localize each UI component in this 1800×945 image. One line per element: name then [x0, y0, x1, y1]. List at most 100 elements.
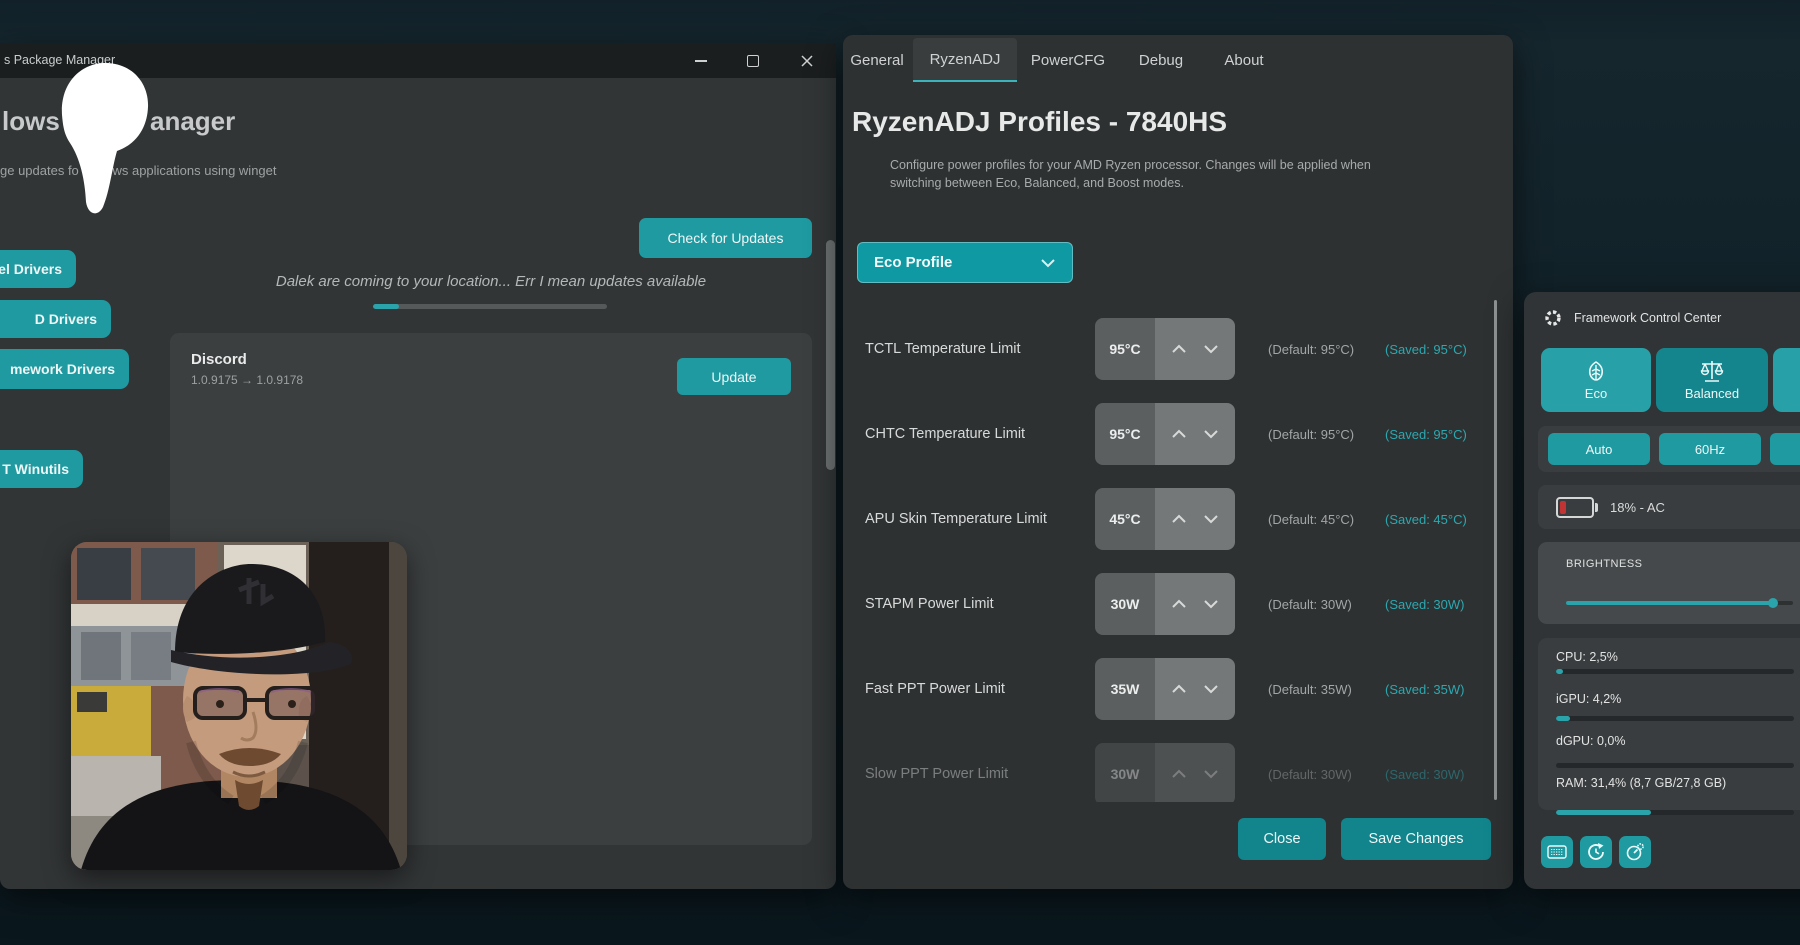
refresh-rate-group: Auto 60Hz	[1538, 426, 1800, 472]
keyboard-button[interactable]	[1541, 836, 1573, 868]
tab-about[interactable]: About	[1216, 38, 1272, 82]
stepper-value: 30W	[1095, 573, 1155, 635]
battery-icon	[1556, 497, 1594, 518]
minimize-icon	[695, 60, 707, 62]
minimize-button[interactable]	[678, 43, 724, 78]
update-app-name: Discord	[191, 351, 247, 368]
sidebar-button-framework-drivers[interactable]: mework Drivers	[0, 349, 129, 389]
close-settings-button[interactable]: Close	[1238, 818, 1326, 860]
stepper-up-icon[interactable]	[1171, 514, 1187, 524]
update-button[interactable]: Update	[677, 358, 791, 395]
refresh-auto-button[interactable]: Auto	[1548, 433, 1650, 465]
stepper-down-icon[interactable]	[1203, 514, 1219, 524]
setting-default: (Default: 30W)	[1268, 573, 1352, 635]
setting-label: CHTC Temperature Limit	[865, 403, 1025, 465]
stepper-down-icon[interactable]	[1203, 684, 1219, 694]
stepper-up-icon[interactable]	[1171, 769, 1187, 779]
update-progress-fill	[373, 304, 399, 309]
battery-row: 18% - AC	[1538, 485, 1800, 529]
stepper-up-icon[interactable]	[1171, 684, 1187, 694]
mode-button-partial[interactable]	[1773, 348, 1800, 412]
setting-saved: (Saved: 30W)	[1385, 743, 1464, 805]
close-button[interactable]	[784, 43, 830, 78]
framework-title: Framework Control Center	[1574, 311, 1721, 325]
check-for-updates-button[interactable]: Check for Updates	[639, 218, 812, 258]
mode-button-balanced[interactable]: Balanced	[1656, 348, 1768, 412]
stepper-up-icon[interactable]	[1171, 429, 1187, 439]
scales-icon	[1699, 359, 1725, 383]
tab-general[interactable]: General	[847, 38, 907, 82]
settings-footer: Close Save Changes	[845, 802, 1511, 887]
settings-title: RyzenADJ Profiles - 7840HS	[852, 106, 1227, 138]
leaf-icon	[1584, 359, 1608, 383]
stat-label-ram: RAM: 31,4% (8,7 GB/27,8 GB)	[1556, 776, 1726, 790]
refresh-60hz-button[interactable]: 60Hz	[1659, 433, 1761, 465]
brightness-thumb[interactable]	[1768, 598, 1778, 608]
history-refresh-button[interactable]	[1580, 836, 1612, 868]
performance-tuning-button[interactable]	[1619, 836, 1651, 868]
stat-bar-cpu	[1556, 669, 1794, 674]
settings-scrollbar[interactable]	[1494, 300, 1497, 800]
stepper-value: 45°C	[1095, 488, 1155, 550]
setting-stepper: 95°C	[1095, 318, 1235, 380]
tab-ryzenadj[interactable]: RyzenADJ	[913, 38, 1017, 82]
brightness-slider[interactable]	[1566, 601, 1793, 605]
update-status-text: Dalek are coming to your location... Err…	[170, 273, 812, 290]
setting-saved: (Saved: 95°C)	[1385, 318, 1467, 380]
package-manager-scrollbar[interactable]	[826, 240, 835, 470]
sidebar-button-amd-drivers[interactable]: D Drivers	[0, 300, 111, 338]
stats-card: CPU: 2,5% iGPU: 4,2% dGPU: 0,0% RAM: 31,…	[1538, 638, 1800, 810]
setting-stepper: 35W	[1095, 658, 1235, 720]
desktop: s Package Manager lows P anager ge updat…	[0, 0, 1800, 945]
setting-label: Fast PPT Power Limit	[865, 658, 1005, 720]
save-changes-button[interactable]: Save Changes	[1341, 818, 1491, 860]
stepper-up-icon[interactable]	[1171, 344, 1187, 354]
refresh-button-partial[interactable]	[1770, 433, 1800, 465]
stat-label-cpu: CPU: 2,5%	[1556, 650, 1618, 664]
white-blob-overlay	[0, 0, 230, 240]
settings-description-line2: switching between Eco, Balanced, and Boo…	[890, 176, 1184, 190]
keyboard-icon	[1547, 845, 1567, 859]
tab-powercfg[interactable]: PowerCFG	[1030, 38, 1106, 82]
stepper-down-icon[interactable]	[1203, 429, 1219, 439]
setting-default: (Default: 95°C)	[1268, 318, 1354, 380]
stat-label-igpu: iGPU: 4,2%	[1556, 692, 1621, 706]
profile-select[interactable]: Eco Profile	[857, 242, 1073, 283]
setting-saved: (Saved: 45°C)	[1385, 488, 1467, 550]
mode-button-eco[interactable]: Eco	[1541, 348, 1651, 412]
stepper-value: 35W	[1095, 658, 1155, 720]
stepper-down-icon[interactable]	[1203, 344, 1219, 354]
stepper-up-icon[interactable]	[1171, 599, 1187, 609]
brightness-card: BRIGHTNESS	[1538, 542, 1800, 624]
webcam-photo-overlay	[71, 542, 407, 870]
sidebar-button-winutils[interactable]: T Winutils	[0, 450, 83, 488]
gauge-settings-icon	[1625, 842, 1645, 862]
setting-default: (Default: 30W)	[1268, 743, 1352, 805]
setting-label: Slow PPT Power Limit	[865, 743, 1008, 805]
battery-fill	[1560, 501, 1566, 514]
tab-debug[interactable]: Debug	[1133, 38, 1189, 82]
stepper-down-icon[interactable]	[1203, 599, 1219, 609]
setting-label: STAPM Power Limit	[865, 573, 994, 635]
chevron-down-icon	[1040, 258, 1056, 268]
setting-saved: (Saved: 95°C)	[1385, 403, 1467, 465]
profile-select-value: Eco Profile	[874, 254, 952, 271]
setting-default: (Default: 95°C)	[1268, 403, 1354, 465]
brightness-fill	[1566, 601, 1773, 605]
battery-text: 18% - AC	[1610, 500, 1665, 515]
close-icon	[801, 55, 813, 67]
maximize-button[interactable]	[730, 43, 776, 78]
clock-refresh-icon	[1586, 842, 1606, 862]
update-progress-bar	[373, 304, 607, 309]
stat-label-dgpu: dGPU: 0,0%	[1556, 734, 1625, 748]
setting-stepper: 95°C	[1095, 403, 1235, 465]
setting-saved: (Saved: 30W)	[1385, 573, 1464, 635]
settings-description-line1: Configure power profiles for your AMD Ry…	[890, 158, 1371, 172]
maximize-icon	[747, 55, 759, 67]
setting-default: (Default: 45°C)	[1268, 488, 1354, 550]
sidebar-button-intel-drivers[interactable]: el Drivers	[0, 250, 76, 288]
setting-label: APU Skin Temperature Limit	[865, 488, 1047, 550]
setting-default: (Default: 35W)	[1268, 658, 1352, 720]
stepper-down-icon[interactable]	[1203, 769, 1219, 779]
setting-stepper: 30W	[1095, 743, 1235, 805]
